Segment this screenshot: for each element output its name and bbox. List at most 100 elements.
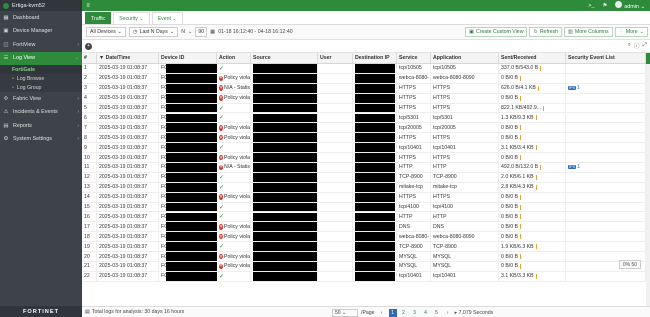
table-row[interactable]: 6 2025-03-19 01:08:37 FG ✓ tcp/5301 tcp/5301 1…	[82, 113, 646, 124]
redaction-block	[355, 271, 395, 281]
sidebar-subitem-log-group[interactable]: ▫ Log Group	[0, 83, 82, 92]
prev-page-icon[interactable]: ‹	[378, 309, 386, 317]
add-filter-icon[interactable]: +	[85, 42, 92, 50]
table-row[interactable]: 20 2025-03-19 01:08:37 FG ✕ Policy viola MYSQ…	[82, 252, 646, 262]
sidebar-item-reports[interactable]: ▤ Reports ›	[0, 119, 82, 133]
info-icon[interactable]: ⓘ	[634, 42, 640, 50]
search-icon[interactable]: ⌕	[628, 42, 631, 50]
redaction-block	[253, 103, 317, 113]
refresh-icon: ↻	[533, 29, 538, 35]
column-header-destination-ip[interactable]: Destination IP	[353, 53, 397, 63]
traffic-bar	[520, 224, 522, 230]
column-header-sent-received[interactable]: Sent/Received	[499, 53, 566, 63]
cell-sent-received: 492.0 B/132.0 B	[499, 163, 566, 172]
column-header-application[interactable]: Application	[431, 53, 499, 63]
table-row[interactable]: 7 2025-03-19 01:08:37 FG ✕ Policy viola tcp/2…	[82, 123, 646, 134]
redaction-block	[355, 103, 395, 113]
table-row[interactable]: 21 2025-03-19 01:08:37 FG ✕ Policy viola MYSQ…	[82, 262, 646, 272]
column-header-device-id[interactable]: Device ID	[159, 53, 217, 63]
table-row[interactable]: 16 2025-03-19 01:08:37 FG ✓ HTTP HTTP 0 B/0 B	[82, 212, 646, 223]
cell-application: webca-8080-8090	[431, 73, 499, 83]
cell-service: tcp/10401	[397, 271, 431, 281]
refresh-button[interactable]: ↻ Refresh	[529, 27, 562, 37]
device-select[interactable]: All Devices ⌄	[86, 27, 127, 37]
calendar-icon[interactable]: ▦	[210, 29, 215, 35]
sidebar-item-incidents-events[interactable]: ⚠ Incidents & Events ›	[0, 106, 82, 120]
next-page-icon[interactable]: ›	[444, 309, 452, 317]
cell-sent-received: 1.9 KB/6.3 KB	[499, 242, 566, 252]
notifications-icon[interactable]: ⚑	[602, 3, 607, 9]
sidebar-item-dashboard[interactable]: ▦ Dashboard	[0, 11, 82, 25]
hamburger-menu-icon[interactable]: ≡	[82, 3, 94, 9]
terminal-icon[interactable]: >_	[588, 3, 594, 9]
page-4[interactable]: 4	[422, 309, 430, 317]
settings-tab-icon[interactable]	[646, 53, 650, 64]
table-row[interactable]: 18 2025-03-19 01:08:37 FG ✕ Policy viola webc…	[82, 232, 646, 243]
column-header-security-event-list[interactable]: Security Event List	[566, 53, 646, 63]
page-1[interactable]: 1	[388, 308, 397, 317]
column-header-user[interactable]: User	[318, 53, 353, 63]
row-index: 12	[82, 172, 97, 182]
table-row[interactable]: 13 2025-03-19 01:08:37 FG ✓ mitake-tcp mitake…	[82, 182, 646, 193]
action-label: Policy viola	[224, 223, 250, 230]
sidebar-subitem-fortigate[interactable]: FortiGate	[0, 65, 82, 74]
redaction-block	[355, 262, 395, 271]
tab-label: Traffic	[91, 15, 106, 22]
settings-icon: ⚙	[3, 136, 9, 143]
expand-icon[interactable]: ⤢	[643, 42, 647, 50]
create-custom-view-button[interactable]: ▣ Create Custom View	[465, 27, 528, 37]
table-row[interactable]: 4 2025-03-19 01:08:37 FG ✕ Policy viola HTTPS…	[82, 93, 646, 104]
column-header-date-time[interactable]: ▼ Date/Time	[97, 53, 159, 63]
page-2[interactable]: 2	[400, 309, 408, 317]
event-count[interactable]: 1	[577, 85, 580, 91]
column-header-action[interactable]: Action	[217, 53, 251, 63]
sidebar-item-log-view[interactable]: ☰ Log View ⌄	[0, 51, 82, 65]
column-header-index[interactable]: #	[82, 53, 97, 63]
n-days-input[interactable]: 90	[195, 27, 208, 37]
table-row[interactable]: 8 2025-03-19 01:08:37 FG ✕ Policy viola HTTPS…	[82, 133, 646, 144]
action-label: N/A - Statis	[224, 85, 250, 92]
table-row[interactable]: 2 2025-03-19 01:08:37 FG ✕ Policy viola webca…	[82, 73, 646, 84]
time-range-select[interactable]: ◷ Last N Days ⌄	[129, 27, 179, 37]
tab-security[interactable]: Security ⌄	[113, 12, 150, 24]
sidebar-item-system-settings[interactable]: ⚙ System Settings ›	[0, 133, 82, 147]
more-columns-button[interactable]: ▥ More Columns	[563, 27, 613, 37]
table-row[interactable]: 15 2025-03-19 01:08:37 FG ✓ tcp/4100 tcp/4100…	[82, 202, 646, 213]
row-index: 21	[82, 262, 97, 271]
cell-date-time: 2025-03-19 01:08:37	[97, 212, 159, 222]
user-menu[interactable]: admin ⌄	[615, 1, 645, 10]
page-3[interactable]: 3	[411, 309, 419, 317]
tab-traffic[interactable]: Traffic	[85, 12, 112, 24]
cell-action: ✕ N/A - Statis	[217, 83, 251, 93]
page-5[interactable]: 5	[433, 309, 441, 317]
vertical-scrollbar[interactable]	[646, 53, 650, 306]
table-row[interactable]: 17 2025-03-19 01:08:37 FG ✕ Policy viola DNS D…	[82, 222, 646, 233]
event-count[interactable]: 1	[577, 164, 580, 170]
cell-sent-received: 1.3 KB/9.3 KB	[499, 113, 566, 123]
table-row[interactable]: 10 2025-03-19 01:08:37 FG ✕ Policy viola HTTP…	[82, 153, 646, 163]
column-header-source[interactable]: Source	[251, 53, 318, 63]
column-header-service[interactable]: Service	[397, 53, 431, 63]
table-row[interactable]: 12 2025-03-19 01:08:37 FG ✓ TCP-8900 TCP-8900…	[82, 172, 646, 183]
table-row[interactable]: 3 2025-03-19 01:08:37 FG ✕ N/A - Statis HTTPS…	[82, 83, 646, 94]
sidebar-item-fortiview[interactable]: ◫ FortiView ›	[0, 38, 82, 52]
table-row[interactable]: 11 2025-03-19 01:08:37 FG ✕ N/A - Statis HTTP…	[82, 163, 646, 173]
table-header: # ▼ Date/Time Device ID Action Source Us…	[82, 53, 646, 64]
table-row[interactable]: 5 2025-03-19 01:08:37 FG ✓ HTTPS HTTPS 822.1 K…	[82, 103, 646, 114]
top-bar-actions: >_ ⚑ admin ⌄	[588, 1, 650, 10]
table-row[interactable]: 14 2025-03-19 01:08:37 FG ✕ Policy viola HTTP…	[82, 192, 646, 203]
sent-received-value: 1.9 KB/6.3 KB	[501, 243, 534, 250]
sidebar-item-fabric-view[interactable]: ✣ Fabric View ›	[0, 92, 82, 106]
table-row[interactable]: 9 2025-03-19 01:08:37 FG ✓ tcp/10401 tcp/1040…	[82, 143, 646, 154]
sidebar-item-device-manager[interactable]: ▣ Device Manager	[0, 25, 82, 39]
tab-event[interactable]: Event ⌄	[151, 12, 183, 24]
traffic-bar	[535, 273, 537, 279]
redaction-block	[355, 182, 395, 192]
table-row[interactable]: 1 2025-03-19 01:08:37 FG ✓ tcp/10505 tcp/1050…	[82, 64, 646, 74]
per-page-select[interactable]: 50 ⌄	[332, 308, 358, 317]
redaction-block	[253, 222, 317, 232]
table-row[interactable]: 19 2025-03-19 01:08:37 FG ✓ TCP-8900 TCP-8900…	[82, 242, 646, 253]
table-row[interactable]: 22 2025-03-19 01:08:37 FG ✓ tcp/10401 tcp/104…	[82, 271, 646, 282]
sidebar-subitem-log-browse[interactable]: ▫ Log Browse	[0, 74, 82, 83]
more-button[interactable]: ⋮ More ⌄	[614, 27, 648, 37]
